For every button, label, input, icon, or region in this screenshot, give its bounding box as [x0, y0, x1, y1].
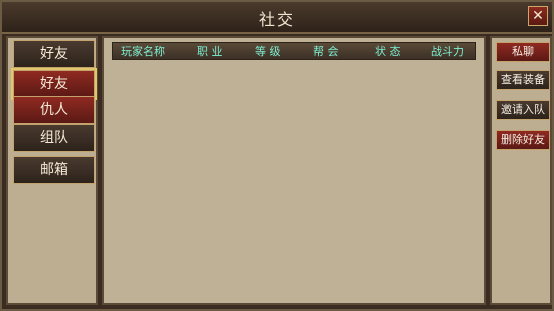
private-chat-button[interactable]: 私聊 — [496, 42, 550, 62]
delete-friend-button[interactable]: 删除好友 — [496, 130, 550, 150]
close-icon[interactable]: ✕ — [528, 6, 548, 26]
view-equipment-button[interactable]: 查看装备 — [496, 70, 550, 90]
col-combat-power: 战斗力 — [431, 45, 464, 58]
left-tabs-panel: 好友 好友 仇人 组队 邮箱 — [6, 36, 98, 305]
tab-friends-header[interactable]: 好友 — [13, 40, 95, 68]
tab-team[interactable]: 组队 — [13, 124, 95, 152]
friends-list-panel: 玩家名称 职 业 等 级 帮 会 状 态 战斗力 — [102, 36, 486, 305]
window-title: 社交 — [258, 10, 295, 29]
tab-enemies[interactable]: 仇人 — [13, 96, 95, 124]
col-status: 状 态 — [375, 45, 401, 58]
social-window: 社交 ✕ 好友 好友 仇人 组队 邮箱 玩家名称 职 业 等 级 帮 会 状 态… — [0, 0, 554, 311]
col-player-name: 玩家名称 — [121, 45, 165, 58]
table-header: 玩家名称 职 业 等 级 帮 会 状 态 战斗力 — [112, 42, 476, 60]
tab-friends[interactable]: 好友 — [11, 68, 97, 100]
col-guild: 帮 会 — [313, 45, 339, 58]
invite-team-button[interactable]: 邀请入队 — [496, 100, 550, 120]
col-class: 职 业 — [197, 45, 223, 58]
title-bar: 社交 ✕ — [2, 2, 552, 34]
actions-panel: 私聊 查看装备 邀请入队 删除好友 — [490, 36, 552, 305]
tab-mailbox[interactable]: 邮箱 — [13, 156, 95, 184]
col-level: 等 级 — [255, 45, 281, 58]
